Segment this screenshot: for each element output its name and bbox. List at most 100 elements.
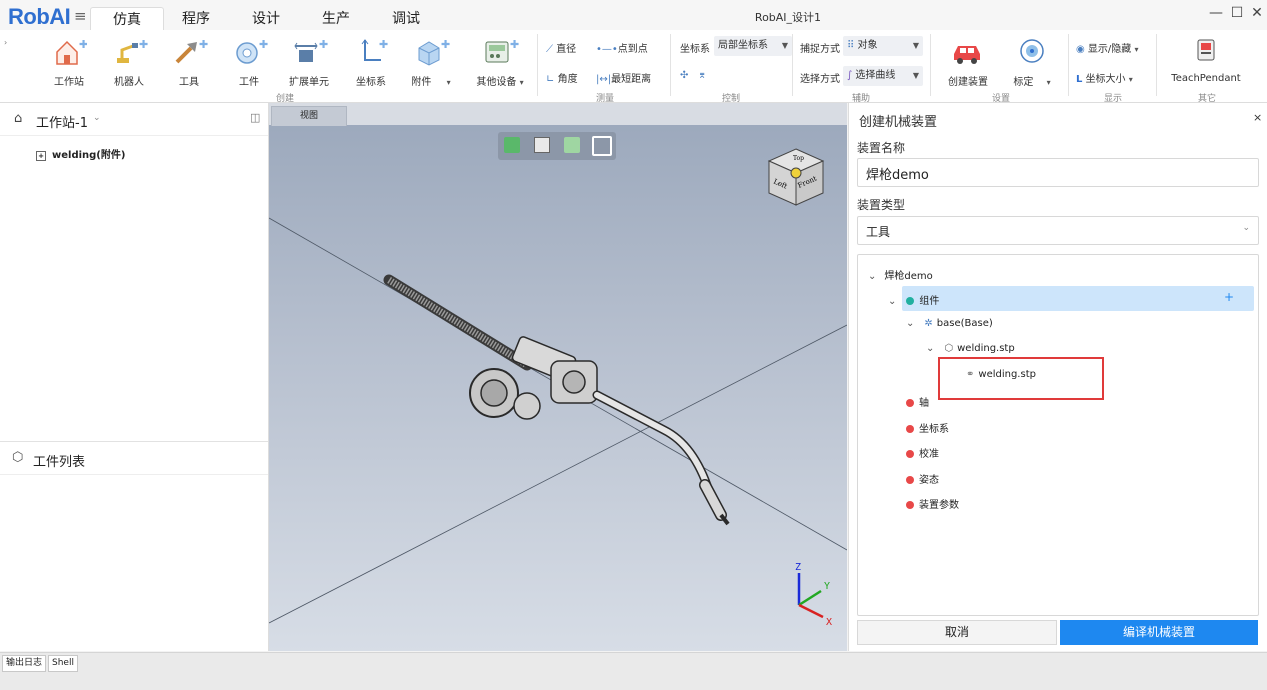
part-icon: ⬡ [944, 343, 954, 354]
target-icon [1020, 39, 1044, 63]
tab-simulation[interactable]: 仿真 [90, 7, 164, 31]
navigation-cube[interactable]: Top Left Front [763, 143, 829, 211]
point-to-point-label: 点到点 [617, 44, 648, 55]
type-label: 装置类型 [857, 198, 906, 212]
svg-text:✚: ✚ [441, 38, 450, 51]
status-error-icon [906, 399, 914, 407]
ribbon-collapse-icon[interactable]: › [4, 38, 7, 47]
extension-unit-icon: ✚ [294, 38, 328, 62]
tree-axis[interactable]: 轴 [906, 394, 929, 409]
shortest-distance-label: 最短距离 [611, 74, 652, 85]
coord-system-select[interactable]: 局部坐标系 ▼ [714, 36, 792, 56]
tree-pose[interactable]: 姿态 [906, 471, 939, 486]
tree-params[interactable]: 装置参数 [906, 496, 959, 511]
create-workpiece-button[interactable]: ✚ 工件 [226, 36, 272, 88]
tab-program[interactable]: 程序 [160, 7, 232, 30]
view-side-icon[interactable] [564, 137, 580, 153]
close-icon[interactable]: ✕ [1247, 5, 1267, 21]
tree-row-components-selected[interactable] [902, 286, 1254, 311]
tab-view[interactable]: 视图 [271, 106, 347, 126]
rotate-icon[interactable]: ⌆ [698, 70, 706, 81]
tree-file[interactable]: ⌄ ⬡ welding.stp [926, 343, 1015, 354]
point-to-point-icon: •—• [596, 44, 618, 55]
create-device-button[interactable]: 创建装置 [942, 36, 994, 88]
axis-size-button[interactable]: L 坐标大小 ▾ [1076, 70, 1133, 85]
chevron-down-icon[interactable]: ⌄ [93, 113, 101, 123]
tree-item-welding[interactable]: + welding(附件) [36, 146, 125, 161]
workpiece-label: 工件 [239, 77, 259, 88]
create-attachment-button[interactable]: ✚ 附件 ▾ [406, 36, 456, 88]
tab-shell[interactable]: Shell [48, 655, 78, 672]
workpiece-list-header: ⬡ 工件列表 [0, 441, 268, 475]
view-front-icon[interactable] [534, 137, 550, 153]
view-iso-icon[interactable] [504, 137, 520, 153]
svg-text:✚: ✚ [139, 38, 148, 51]
panel-title: 创建机械装置 [859, 115, 938, 130]
measure-diameter-button[interactable]: ⟋ 直径 [546, 40, 576, 55]
svg-text:✚: ✚ [510, 38, 519, 51]
tab-debug[interactable]: 调试 [370, 7, 442, 30]
hamburger-menu-icon[interactable]: ≡ [74, 7, 87, 25]
grid-icon: ⠿ [847, 40, 855, 51]
tree-file-child[interactable]: ⚭ welding.stp [966, 369, 1036, 380]
panel-toggle-icon[interactable]: ◫ [250, 111, 260, 124]
device-type-select[interactable]: 工具 ⌄ [857, 216, 1259, 245]
ribbon-separator [1068, 34, 1069, 96]
tab-design[interactable]: 设计 [230, 7, 302, 30]
create-station-button[interactable]: ✚ 工作站 [46, 36, 92, 88]
create-other-device-button[interactable]: ✚ 其他设备 ▾ [470, 36, 530, 88]
tree-calibration[interactable]: 校准 [906, 445, 939, 460]
snap-mode-select[interactable]: ⠿ 对象 ▼ [843, 36, 923, 56]
tree-root[interactable]: ⌄ 焊枪demo [868, 267, 933, 282]
create-extension-unit-button[interactable]: ✚ 扩展单元 [286, 36, 332, 88]
measure-point-to-point-button[interactable]: •—•点到点 [596, 40, 648, 55]
title-bar: RobAI ≡ 仿真 程序 设计 生产 调试 RobAI_设计1 — ☐ ✕ [0, 0, 1267, 31]
coordinate-icon: ✚ [361, 38, 388, 61]
device-name-input[interactable]: 焊枪demo [857, 158, 1259, 187]
curve-icon: ∫ [847, 70, 853, 81]
app-logo: RobAI [8, 4, 71, 29]
create-coordinate-button[interactable]: ✚ 坐标系 [348, 36, 394, 88]
expand-icon[interactable]: + [36, 151, 46, 161]
measure-angle-button[interactable]: ∟ 角度 [546, 70, 578, 85]
tree-base[interactable]: ⌄ ✲ base(Base) [906, 318, 993, 329]
teach-pendant-button[interactable]: TeachPendant [1166, 36, 1246, 84]
maximize-icon[interactable]: ☐ [1227, 5, 1247, 21]
tree-components[interactable]: ⌄ 组件 [888, 292, 939, 307]
device-type-value: 工具 [866, 225, 891, 239]
welding-torch-model[interactable] [383, 274, 730, 526]
cancel-button[interactable]: 取消 [857, 620, 1057, 645]
station-title[interactable]: 工作站-1 [36, 112, 88, 131]
create-device-label: 创建装置 [948, 77, 988, 88]
status-error-icon [906, 450, 914, 458]
select-mode-select[interactable]: ∫ 选择曲线 ▼ [843, 66, 923, 86]
chevron-down-icon: ⌄ [1242, 223, 1250, 233]
svg-text:✚: ✚ [199, 38, 208, 51]
fit-view-icon[interactable] [592, 136, 612, 156]
tab-output-log[interactable]: 输出日志 [2, 655, 47, 672]
axis-y-label: Y [824, 581, 830, 592]
coordinate-label: 坐标系 [356, 77, 386, 88]
station-icon: ✚ [56, 38, 88, 65]
tree-coord[interactable]: 坐标系 [906, 420, 949, 435]
car-icon [954, 46, 980, 64]
panel-close-icon[interactable]: × [1253, 111, 1262, 124]
home-icon: ⌂ [14, 111, 23, 126]
compile-device-button[interactable]: 编译机械装置 [1060, 620, 1258, 645]
coord-system-label: 坐标系 [680, 44, 710, 55]
teach-pendant-label: TeachPendant [1171, 73, 1241, 84]
move-icon[interactable]: ✣ [680, 70, 688, 81]
add-component-icon[interactable]: + [1224, 290, 1234, 304]
tab-production[interactable]: 生产 [300, 7, 372, 30]
create-robot-button[interactable]: ✚ 机器人 [106, 36, 152, 88]
show-hide-button[interactable]: ◉ 显示/隐藏 ▾ [1076, 40, 1139, 55]
status-error-icon [906, 425, 914, 433]
minimize-icon[interactable]: — [1206, 5, 1226, 21]
ribbon-separator [930, 34, 931, 96]
create-tool-button[interactable]: ✚ 工具 [166, 36, 212, 88]
3d-viewport[interactable]: 视图 Top Left Front Z Y X [269, 103, 847, 651]
viewport-tab-bar: 视图 [269, 103, 847, 126]
calibrate-button[interactable]: 标定 ▾ [1008, 36, 1056, 88]
measure-shortest-distance-button[interactable]: |↔|最短距离 [596, 70, 651, 85]
chevron-down-icon: ⌄ [906, 318, 915, 329]
